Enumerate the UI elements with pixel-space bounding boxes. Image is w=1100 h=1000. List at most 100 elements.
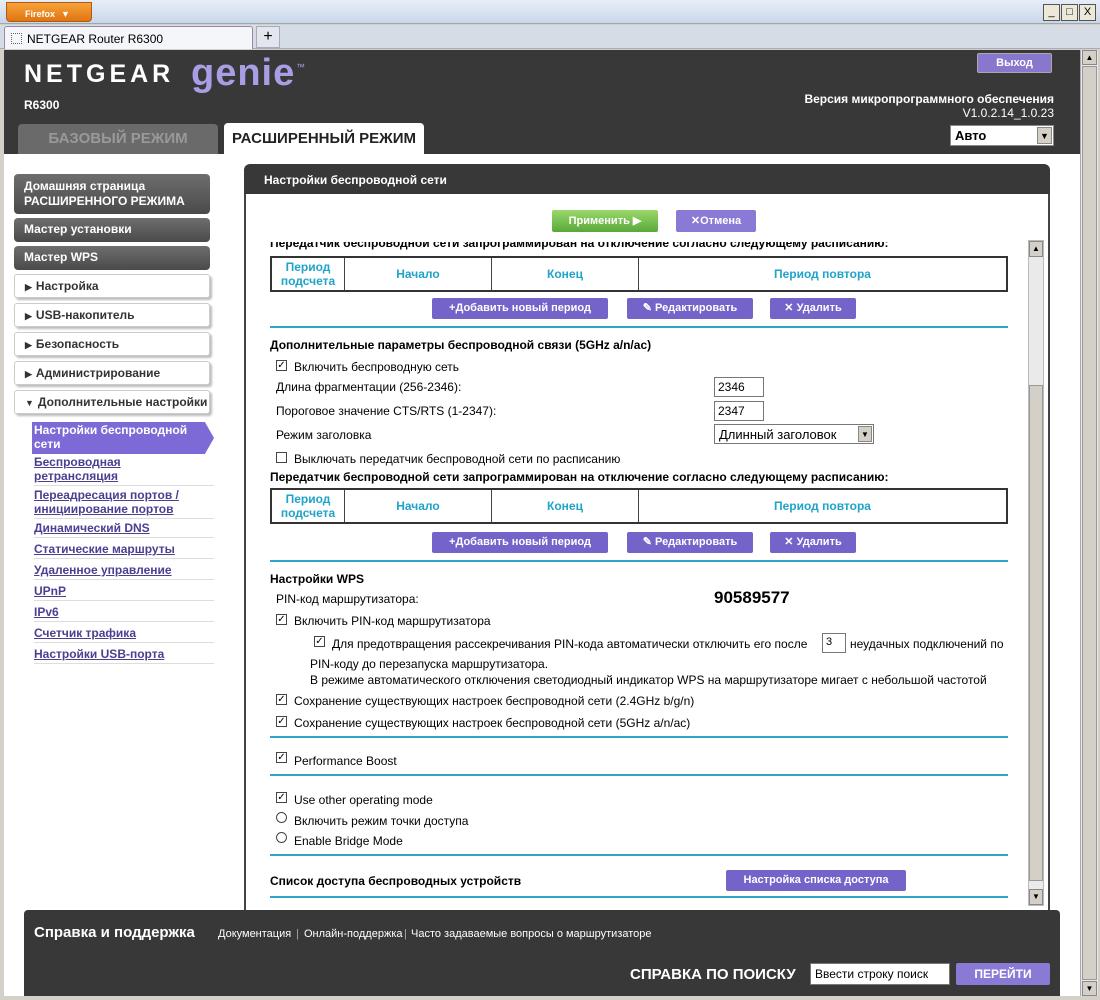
ap-mode-radio[interactable] (276, 812, 287, 823)
apply-button[interactable]: Применить ▶ (552, 210, 658, 232)
section-title-5ghz: Дополнительные параметры беспроводной св… (270, 338, 652, 352)
help-footer: Справка и поддержка Документация | Онлай… (24, 910, 1060, 996)
sidebar-item-administration[interactable]: ▶ Администрирование (14, 361, 210, 385)
sidebar-item-usb-storage[interactable]: ▶ USB-накопитель (14, 303, 210, 327)
pin-protect-note: PIN-коду до перезапуска маршрутизатора. (310, 657, 549, 671)
settings-scroll-area[interactable]: Передатчик беспроводной сети запрограмми… (270, 242, 1048, 906)
page-scrollbar[interactable]: ▲ ▼ (1080, 50, 1098, 996)
tab-advanced[interactable]: РАСШИРЕННЫЙ РЕЖИМ (224, 123, 424, 154)
cancel-button[interactable]: ✕Отмена (676, 210, 756, 232)
logout-button[interactable]: Выход (977, 53, 1052, 73)
ap-mode-label: Включить режим точки доступа (294, 814, 469, 828)
pin-protect-checkbox[interactable]: ✓ (314, 636, 325, 647)
genie-logo: genie (191, 52, 296, 94)
sidebar-link-dynamic-dns[interactable]: Динамический DNS (34, 521, 214, 538)
enable-wireless-checkbox[interactable]: ✓ (276, 360, 287, 371)
sidebar-link-ipv6[interactable]: IPv6 (34, 605, 214, 622)
sidebar-link-traffic-meter[interactable]: Счетчик трафика (34, 626, 214, 643)
enable-pin-checkbox[interactable]: ✓ (276, 614, 287, 625)
page-header: NETGEAR genie ™ R6300 Выход Версия микро… (4, 50, 1080, 154)
keep-5ghz-checkbox[interactable]: ✓ (276, 716, 287, 727)
minimize-button[interactable]: _ (1043, 4, 1060, 21)
scroll-down-icon[interactable]: ▼ (1082, 981, 1097, 996)
performance-boost-checkbox[interactable]: ✓ (276, 752, 287, 763)
access-list-button[interactable]: Настройка списка доступа (726, 870, 906, 891)
column-header: Период подсчета (272, 258, 345, 290)
sidebar-link-wireless-repeating[interactable]: Беспроводная ретрансляция (34, 455, 214, 486)
maximize-button[interactable]: □ (1061, 4, 1078, 21)
scroll-down-icon[interactable]: ▼ (1029, 889, 1043, 905)
router-pin: 90589577 (714, 588, 790, 607)
cts-label: Пороговое значение CTS/RTS (1-2347): (276, 404, 497, 418)
content-scrollbar[interactable]: ▲ ▼ (1028, 240, 1044, 906)
pin-attempts-input[interactable]: 3 (822, 633, 846, 653)
edit-button[interactable]: ✎ Редактировать (627, 532, 753, 553)
search-go-button[interactable]: ПЕРЕЙТИ (956, 963, 1050, 985)
schedule-note: Передатчик беспроводной сети запрограмми… (270, 470, 889, 484)
close-window-button[interactable]: X (1079, 4, 1096, 21)
language-select[interactable]: Авто ▼ (950, 125, 1054, 146)
chevron-down-icon[interactable]: ▼ (1037, 127, 1052, 144)
scroll-thumb[interactable] (1082, 66, 1097, 980)
add-period-button[interactable]: +Добавить новый период (432, 532, 608, 553)
new-tab-button[interactable]: + (256, 26, 280, 48)
chevron-down-icon[interactable]: ▼ (858, 426, 872, 442)
other-mode-label: Use other operating mode (294, 793, 433, 807)
caret-right-icon: ▶ (25, 369, 32, 379)
sidebar-item-label: USB-накопитель (35, 308, 135, 322)
sidebar-link-remote-management[interactable]: Удаленное управление (34, 563, 214, 580)
browser-tab[interactable]: NETGEAR Router R6300 (4, 26, 253, 49)
button-label: Редактировать (655, 536, 738, 548)
tab-basic[interactable]: БАЗОВЫЙ РЕЖИМ (18, 124, 218, 154)
column-header: Период повтора (774, 267, 871, 281)
scroll-up-icon[interactable]: ▲ (1082, 50, 1097, 65)
sidebar-item-advanced-setup[interactable]: ▼ Дополнительные настройки (14, 390, 210, 414)
frag-length-input[interactable]: 2346 (714, 377, 764, 397)
caret-right-icon: ▶ (25, 311, 32, 321)
firefox-menu-button[interactable]: Firefox ▼ (6, 2, 92, 22)
tab-title: NETGEAR Router R6300 (27, 32, 164, 46)
schedule-off-checkbox[interactable] (276, 452, 287, 463)
sidebar-item-setup-wizard[interactable]: Мастер установки (14, 218, 210, 242)
scroll-up-icon[interactable]: ▲ (1029, 241, 1043, 257)
sidebar-link-static-routes[interactable]: Статические маршруты (34, 542, 214, 559)
cts-rts-input[interactable]: 2347 (714, 401, 764, 421)
scroll-thumb[interactable] (1029, 385, 1043, 881)
search-input[interactable]: Ввести строку поиск (810, 963, 950, 985)
sidebar-item-label: Администрирование (35, 366, 161, 380)
button-label: Удалить (796, 302, 842, 314)
other-mode-checkbox[interactable]: ✓ (276, 792, 287, 803)
schedule-table: Период подсчета Начало Конец Период повт… (270, 488, 1008, 524)
edit-button[interactable]: ✎ Редактировать (627, 298, 753, 319)
sidebar-link-port-forwarding[interactable]: Переадресация портов / инициирование порт… (34, 488, 214, 519)
sidebar-item-setup[interactable]: ▶ Настройка (14, 274, 210, 298)
enable-wireless-label: Включить беспроводную сеть (294, 360, 460, 374)
cancel-label: Отмена (700, 215, 742, 227)
performance-boost-label: Performance Boost (294, 754, 397, 768)
sidebar-item-advanced-home[interactable]: Домашняя страница РАСШИРЕННОГО РЕЖИМА (14, 174, 210, 214)
delete-button[interactable]: ✕ Удалить (770, 298, 856, 319)
column-header: Конец (492, 258, 639, 290)
faq-link[interactable]: Часто задаваемые вопросы о маршрутизатор… (411, 928, 652, 940)
delete-button[interactable]: ✕ Удалить (770, 532, 856, 553)
pin-protect-label: Для предотвращения рассекречивания PIN-к… (332, 637, 808, 651)
page-icon (11, 33, 22, 44)
sidebar-item-label: Настройка (35, 279, 99, 293)
enable-pin-label: Включить PIN-код маршрутизатора (294, 614, 491, 628)
sidebar-item-security[interactable]: ▶ Безопасность (14, 332, 210, 356)
add-period-button[interactable]: +Добавить новый период (432, 298, 608, 319)
language-value: Авто (955, 128, 987, 143)
keep-24ghz-checkbox[interactable]: ✓ (276, 694, 287, 705)
sidebar-link-upnp[interactable]: UPnP (34, 584, 214, 601)
schedule-off-label: Выключать передатчик беспроводной сети п… (294, 452, 621, 466)
sidebar-item-wps-wizard[interactable]: Мастер WPS (14, 246, 210, 270)
sidebar-item-wireless-settings[interactable]: Настройки беспроводной сети (32, 422, 214, 454)
online-support-link[interactable]: Онлайн-поддержка (304, 928, 402, 940)
section-title-wps: Настройки WPS (270, 572, 364, 586)
section-divider (270, 560, 1008, 562)
preamble-select[interactable]: Длинный заголовок ▼ (714, 424, 874, 444)
sidebar-item-label: Домашняя страница (24, 179, 146, 193)
docs-link[interactable]: Документация (218, 928, 291, 940)
sidebar-link-usb-settings[interactable]: Настройки USB-порта (34, 647, 214, 664)
bridge-mode-radio[interactable] (276, 832, 287, 843)
